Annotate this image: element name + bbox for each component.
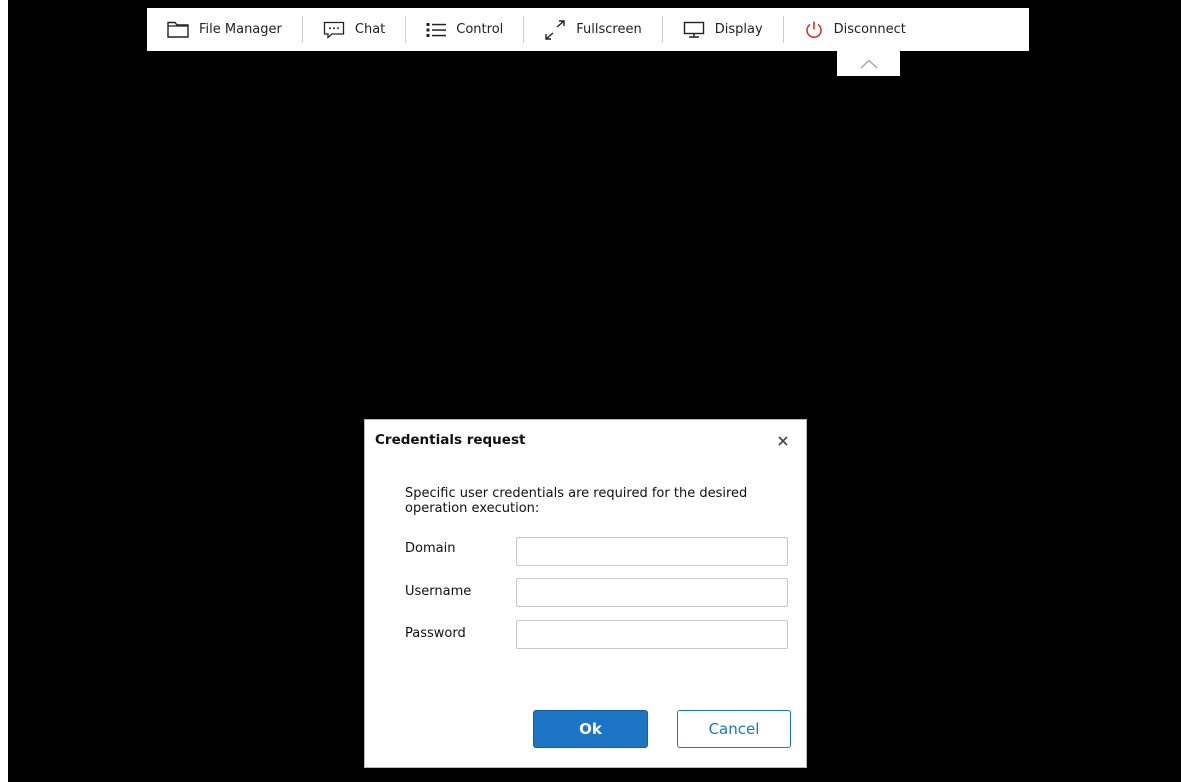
list-icon — [426, 22, 447, 38]
fullscreen-button[interactable]: Fullscreen — [544, 8, 642, 51]
monitor-icon — [683, 21, 705, 39]
credentials-dialog: Credentials request Specific user creden… — [364, 419, 807, 768]
username-field[interactable] — [516, 578, 788, 607]
disconnect-label: Disconnect — [833, 22, 906, 37]
chat-button[interactable]: Chat — [323, 8, 385, 51]
domain-field[interactable] — [516, 537, 788, 566]
chat-icon — [323, 21, 345, 39]
username-label: Username — [405, 584, 472, 599]
control-label: Control — [456, 22, 504, 37]
file-manager-label: File Manager — [199, 22, 282, 37]
close-icon — [778, 431, 788, 450]
cancel-button[interactable]: Cancel — [677, 710, 791, 748]
folder-icon — [167, 21, 189, 38]
dialog-title: Credentials request — [375, 432, 526, 448]
chevron-up-icon — [860, 54, 878, 73]
control-button[interactable]: Control — [426, 8, 503, 51]
display-label: Display — [714, 22, 763, 37]
disconnect-button[interactable]: Disconnect — [804, 8, 906, 51]
file-manager-button[interactable]: File Manager — [167, 8, 282, 51]
display-button[interactable]: Display — [683, 8, 763, 51]
fullscreen-label: Fullscreen — [576, 22, 642, 37]
ok-button[interactable]: Ok — [533, 710, 648, 748]
power-icon — [804, 20, 824, 40]
toolbar-divider — [661, 16, 663, 43]
chat-label: Chat — [354, 22, 386, 37]
toolbar-divider — [782, 16, 784, 43]
password-label: Password — [405, 626, 466, 641]
domain-label: Domain — [405, 541, 456, 556]
close-button[interactable] — [775, 432, 791, 448]
toolbar-divider — [405, 16, 407, 43]
password-field[interactable] — [516, 620, 788, 649]
toolbar-collapse-button[interactable] — [837, 51, 900, 76]
remote-toolbar: File Manager Chat Control Fullscreen Dis… — [147, 8, 1029, 51]
dialog-message: Specific user credentials are required f… — [405, 486, 748, 516]
toolbar-divider — [523, 16, 525, 43]
fullscreen-icon — [544, 19, 566, 40]
toolbar-divider — [301, 16, 303, 43]
